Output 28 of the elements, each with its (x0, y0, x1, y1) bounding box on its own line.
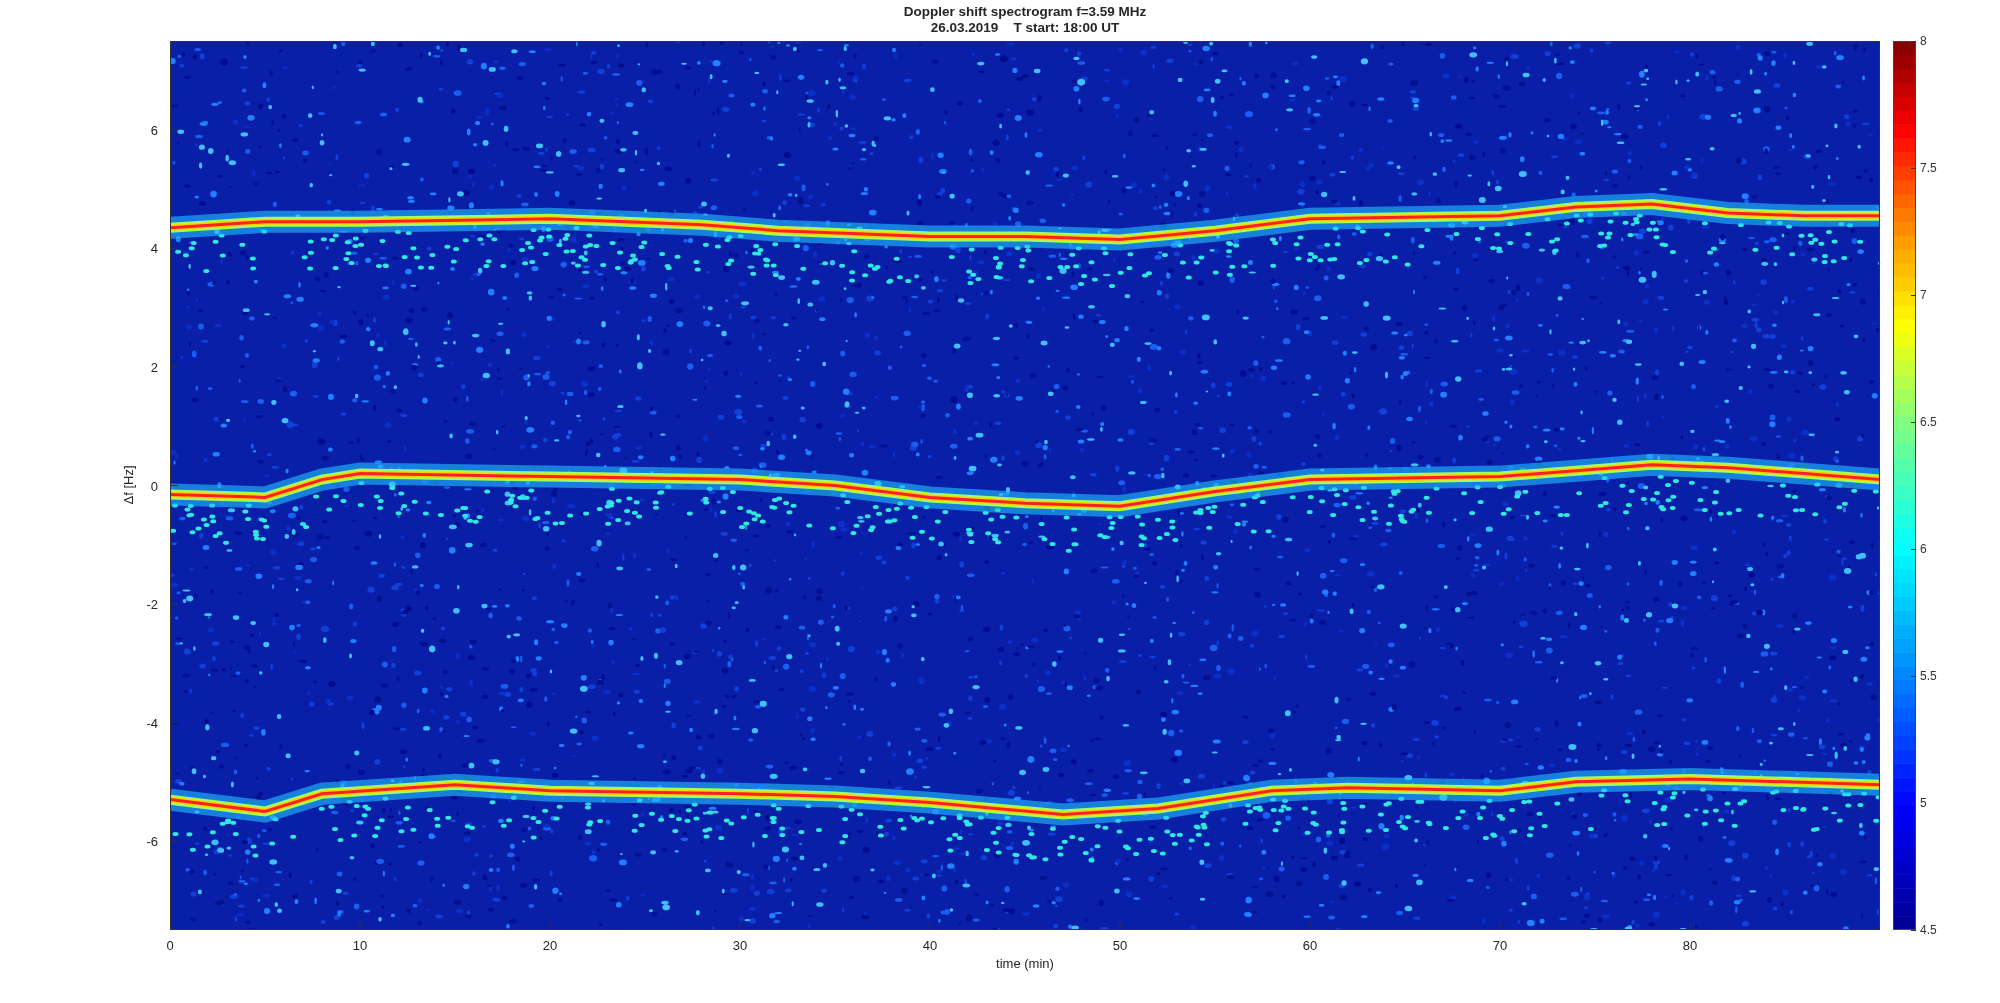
colorbar-tick-label: 7 (1920, 288, 1927, 302)
colorbar-tick-label: 4.5 (1920, 923, 1937, 937)
colorbar-tick-label: 8 (1920, 34, 1927, 48)
colorbar-tick-label: 7.5 (1920, 161, 1937, 175)
x-tick-label: 60 (1302, 938, 1318, 953)
chart-title: 26.03.2019 T start: 18:00 UT (930, 20, 1120, 36)
y-tick-label: 4 (150, 240, 158, 256)
x-tick-label: 10 (352, 938, 368, 953)
y-tick-label: 6 (150, 122, 158, 138)
y-tick-label: 0 (150, 478, 158, 493)
x-tick-label: 70 (1492, 938, 1508, 953)
x-tick-label: 0 (166, 938, 174, 953)
x-tick-label: 50 (1112, 938, 1128, 953)
chart-title: Doppler shift spectrogram f=3.59 MHz (903, 4, 1147, 20)
y-tick-label: -2 (146, 596, 158, 612)
y-tick-label: -6 (146, 833, 158, 849)
x-tick-label: 80 (1682, 938, 1698, 953)
colorbar-tick-label: 6 (1920, 542, 1927, 556)
x-tick-label: 40 (922, 938, 938, 953)
colorbar-tick-label: 5.5 (1920, 669, 1937, 683)
y-tick-label: 2 (150, 359, 158, 375)
colorbar-tick-label: 6.5 (1920, 415, 1937, 429)
y-tick-label: -4 (146, 715, 158, 731)
x-axis-label: time (min) (996, 956, 1054, 971)
x-tick-label: 30 (732, 938, 748, 953)
y-axis-label: Δf [Hz] (120, 465, 136, 505)
colorbar-tick-label: 5 (1920, 796, 1927, 810)
x-tick-label: 20 (542, 938, 558, 953)
